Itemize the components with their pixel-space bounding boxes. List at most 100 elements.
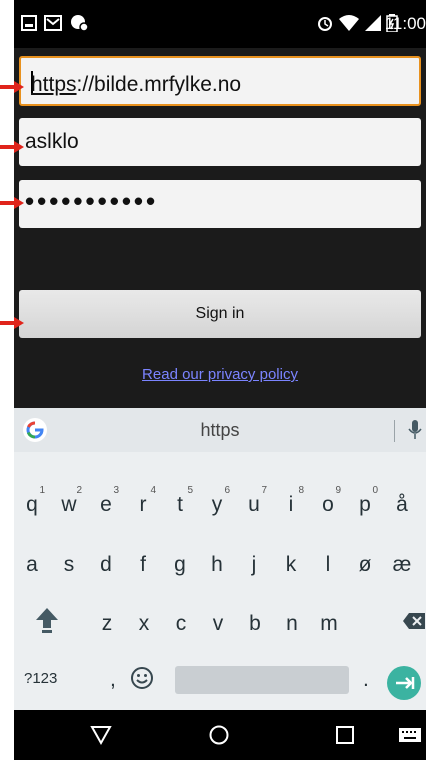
key-hint: 3 xyxy=(113,485,119,496)
key-hint: 2 xyxy=(76,485,82,496)
key-e[interactable]: e3 xyxy=(89,482,123,528)
key-hint: 1 xyxy=(39,485,45,496)
key-u[interactable]: u7 xyxy=(237,482,271,528)
phone-screen: 11:00 https://bilde.mrfylke.no aslklo ••… xyxy=(14,0,426,760)
key-d[interactable]: d xyxy=(89,542,123,588)
key-label: æ xyxy=(392,553,412,576)
password-mask: ••••••••••• xyxy=(25,186,159,216)
key-label: k xyxy=(285,553,297,576)
wifi-icon xyxy=(339,15,359,31)
username-input[interactable]: aslklo xyxy=(19,118,421,166)
back-icon[interactable] xyxy=(90,724,112,746)
comma-key[interactable]: , xyxy=(110,668,116,692)
key-hint: 5 xyxy=(187,485,193,496)
key-k[interactable]: k xyxy=(274,542,308,588)
key-t[interactable]: t5 xyxy=(163,482,197,528)
key-å[interactable]: å xyxy=(385,482,419,528)
key-label: z xyxy=(101,612,113,635)
key-ø[interactable]: ø xyxy=(348,542,382,588)
server-url-input[interactable]: https://bilde.mrfylke.no xyxy=(19,56,421,106)
key-label: f xyxy=(140,553,146,576)
status-bar: 11:00 xyxy=(14,0,426,48)
key-label: y xyxy=(211,493,223,516)
app-notification-icon xyxy=(71,15,89,32)
key-label: r xyxy=(139,493,147,516)
suggestion-divider xyxy=(394,420,395,442)
key-hint: 7 xyxy=(261,485,267,496)
annotation-arrow-icon xyxy=(0,317,24,329)
symbols-key[interactable]: ?123 xyxy=(24,670,57,687)
alarm-icon xyxy=(318,17,332,31)
key-b[interactable]: b xyxy=(238,601,272,647)
password-input[interactable]: ••••••••••• xyxy=(19,180,421,228)
key-a[interactable]: a xyxy=(15,542,49,588)
key-label: q xyxy=(26,493,38,516)
key-hint: 8 xyxy=(298,485,304,496)
key-label: v xyxy=(212,612,224,635)
suggestion-word[interactable]: https xyxy=(14,420,426,441)
key-æ[interactable]: æ xyxy=(385,542,419,588)
key-label: h xyxy=(211,553,223,576)
key-l[interactable]: l xyxy=(311,542,345,588)
shift-key-icon[interactable] xyxy=(34,606,60,634)
gmail-icon xyxy=(44,15,62,31)
recents-icon[interactable] xyxy=(334,724,356,746)
key-label: å xyxy=(396,493,408,516)
key-g[interactable]: g xyxy=(163,542,197,588)
key-r[interactable]: r4 xyxy=(126,482,160,528)
suggestion-strip: https xyxy=(14,408,426,452)
mic-icon[interactable] xyxy=(408,419,422,441)
url-rest: ://bilde.mrfylke.no xyxy=(76,73,242,96)
key-z[interactable]: z xyxy=(90,601,124,647)
key-m[interactable]: m xyxy=(312,601,346,647)
key-o[interactable]: o9 xyxy=(311,482,345,528)
key-label: x xyxy=(138,612,150,635)
key-label: ø xyxy=(358,553,372,576)
username-value: aslklo xyxy=(25,130,79,153)
key-v[interactable]: v xyxy=(201,601,235,647)
home-icon[interactable] xyxy=(208,724,230,746)
soft-keyboard: https q1w2e3r4t5y6u7i8o9p0å asdfghjkløæ … xyxy=(14,408,426,710)
key-h[interactable]: h xyxy=(200,542,234,588)
next-arrow-icon xyxy=(396,677,415,689)
next-key[interactable] xyxy=(387,666,421,700)
key-label: d xyxy=(100,553,112,576)
privacy-policy-link[interactable]: Read our privacy policy xyxy=(14,366,426,383)
key-label: p xyxy=(359,493,371,516)
key-s[interactable]: s xyxy=(52,542,86,588)
key-label: e xyxy=(100,493,112,516)
key-i[interactable]: i8 xyxy=(274,482,308,528)
key-y[interactable]: y6 xyxy=(200,482,234,528)
key-f[interactable]: f xyxy=(126,542,160,588)
key-n[interactable]: n xyxy=(275,601,309,647)
key-label: w xyxy=(61,493,77,516)
key-w[interactable]: w2 xyxy=(52,482,86,528)
key-hint: 6 xyxy=(224,485,230,496)
annotation-arrow-icon xyxy=(0,141,24,153)
sign-in-button[interactable]: Sign in xyxy=(19,290,421,338)
annotation-arrow-icon xyxy=(0,197,24,209)
navigation-bar xyxy=(14,710,426,760)
key-label: c xyxy=(175,612,187,635)
key-label: u xyxy=(248,493,260,516)
backspace-key-icon[interactable] xyxy=(402,612,426,630)
key-label: t xyxy=(177,493,183,516)
keyboard-switch-icon[interactable] xyxy=(398,727,422,743)
notification-icon xyxy=(21,15,37,31)
period-key[interactable]: . xyxy=(363,668,369,692)
key-j[interactable]: j xyxy=(237,542,271,588)
key-label: b xyxy=(249,612,261,635)
key-c[interactable]: c xyxy=(164,601,198,647)
emoji-key-icon[interactable] xyxy=(130,666,154,690)
annotation-arrow-icon xyxy=(0,81,24,93)
url-prefix: https xyxy=(31,73,77,96)
space-bar[interactable] xyxy=(175,666,349,694)
key-x[interactable]: x xyxy=(127,601,161,647)
key-q[interactable]: q1 xyxy=(15,482,49,528)
key-label: s xyxy=(63,553,75,576)
key-p[interactable]: p0 xyxy=(348,482,382,528)
key-label: n xyxy=(286,612,298,635)
key-label: a xyxy=(26,553,38,576)
key-label: j xyxy=(251,553,257,576)
key-label: i xyxy=(288,493,294,516)
